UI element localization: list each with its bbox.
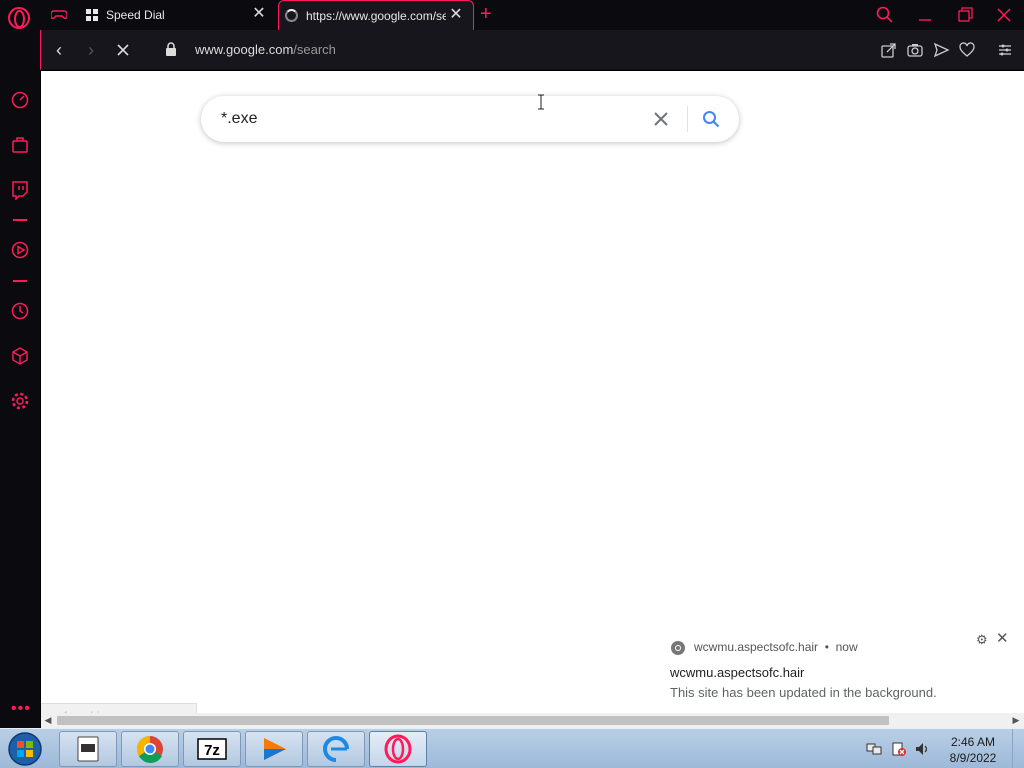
minimize-icon[interactable] xyxy=(914,5,936,25)
taskbar-app-terminal[interactable] xyxy=(59,731,117,767)
notification-time: now xyxy=(835,640,858,654)
player-icon[interactable] xyxy=(10,240,30,260)
address-bar: ‹ › www.google.com/search xyxy=(40,30,1024,70)
scrollbar-thumb[interactable] xyxy=(57,716,889,725)
gamepad-icon[interactable] xyxy=(51,8,67,22)
tab-label: Speed Dial xyxy=(106,8,165,22)
page-content: ng for c.bing.com... xyxy=(41,71,1024,729)
cube-icon[interactable] xyxy=(10,346,30,366)
share-icon[interactable] xyxy=(880,41,898,59)
url-path: /search xyxy=(293,42,336,57)
chrome-icon xyxy=(671,641,685,655)
horizontal-scrollbar[interactable]: ◀ ▶ xyxy=(41,713,1024,728)
taskbar-app-opera[interactable] xyxy=(369,731,427,767)
taskbar-app-7zip[interactable]: 7z xyxy=(183,731,241,767)
notification-title: wcwmu.aspectsofc.hair xyxy=(670,665,805,680)
plus-icon[interactable]: + xyxy=(480,3,492,26)
stop-icon[interactable] xyxy=(113,40,133,60)
tab-speed-dial[interactable]: Speed Dial ✕ xyxy=(80,0,276,30)
url-host: www.google.com xyxy=(195,42,294,57)
bag-icon[interactable] xyxy=(10,135,30,155)
search-icon[interactable] xyxy=(701,109,721,129)
clear-icon[interactable] xyxy=(651,109,671,129)
svg-text:7z: 7z xyxy=(204,742,220,759)
taskbar-app-chrome[interactable] xyxy=(121,731,179,767)
speed-dial-grid-icon xyxy=(86,9,98,21)
heart-icon[interactable] xyxy=(958,41,976,59)
opera-logo-icon xyxy=(384,734,412,764)
opera-logo-icon[interactable] xyxy=(8,7,30,29)
start-button-icon[interactable] xyxy=(4,731,46,767)
speedometer-icon[interactable] xyxy=(10,90,30,110)
sidebar: ••• xyxy=(0,30,40,728)
volume-icon[interactable] xyxy=(914,741,930,757)
history-icon[interactable] xyxy=(10,301,30,321)
taskbar-app-edge[interactable] xyxy=(307,731,365,767)
edge-icon xyxy=(323,736,349,762)
tab-google-search[interactable]: https://www.google.com/search ✕ xyxy=(278,0,474,30)
close-icon[interactable] xyxy=(993,5,1015,25)
url-text[interactable]: www.google.com/search xyxy=(195,42,336,57)
site-notification[interactable]: wcwmu.aspectsofc.hair • now wcwmu.aspect… xyxy=(654,626,1020,714)
scroll-right-icon[interactable]: ▶ xyxy=(1011,715,1021,726)
search-box[interactable] xyxy=(201,96,739,142)
media-player-icon xyxy=(264,738,286,760)
notification-origin: wcwmu.aspectsofc.hair • now xyxy=(694,640,858,654)
show-desktop-button[interactable] xyxy=(1012,729,1024,768)
close-icon[interactable]: ✕ xyxy=(252,6,266,22)
close-icon[interactable]: ✕ xyxy=(449,7,463,23)
title-bar: Speed Dial ✕ https://www.google.com/sear… xyxy=(0,0,1024,30)
forward-icon[interactable]: › xyxy=(81,40,101,60)
taskbar: 7z 2:46 AM 8/9/2022 xyxy=(0,728,1024,768)
send-icon[interactable] xyxy=(932,41,950,59)
scroll-left-icon[interactable]: ◀ xyxy=(43,715,53,726)
clock-time: 2:46 AM xyxy=(950,735,996,749)
taskbar-app-media-player[interactable] xyxy=(245,731,303,767)
close-icon[interactable]: ✕ xyxy=(996,631,1009,646)
lock-icon[interactable] xyxy=(165,42,177,56)
notification-body: This site has been updated in the backgr… xyxy=(670,685,937,700)
terminal-icon xyxy=(77,736,99,762)
restore-icon[interactable] xyxy=(954,5,976,25)
gear-icon[interactable] xyxy=(10,391,30,411)
notification-dot: • xyxy=(821,640,836,654)
search-icon[interactable] xyxy=(874,5,896,25)
chrome-icon xyxy=(136,735,163,763)
loading-spinner-icon xyxy=(285,9,298,22)
notification-origin-text: wcwmu.aspectsofc.hair xyxy=(694,640,819,654)
gear-icon[interactable]: ⚙ xyxy=(976,633,988,646)
more-icon[interactable]: ••• xyxy=(11,700,31,718)
sidebar-divider xyxy=(13,280,27,282)
back-icon[interactable]: ‹ xyxy=(49,40,69,60)
search-divider xyxy=(687,106,688,132)
network-icon[interactable] xyxy=(866,741,882,757)
twitch-icon[interactable] xyxy=(10,180,30,200)
search-input[interactable] xyxy=(221,108,621,130)
7zip-icon: 7z xyxy=(197,738,227,760)
sidebar-divider xyxy=(13,219,27,221)
menu-icon[interactable] xyxy=(996,41,1014,59)
text-cursor-icon xyxy=(538,94,544,110)
camera-icon[interactable] xyxy=(906,41,924,59)
system-clock[interactable]: 2:46 AM 8/9/2022 xyxy=(942,734,1004,766)
tab-label: https://www.google.com/search xyxy=(306,8,446,23)
action-center-icon[interactable] xyxy=(891,741,907,757)
clock-date: 8/9/2022 xyxy=(949,751,997,765)
